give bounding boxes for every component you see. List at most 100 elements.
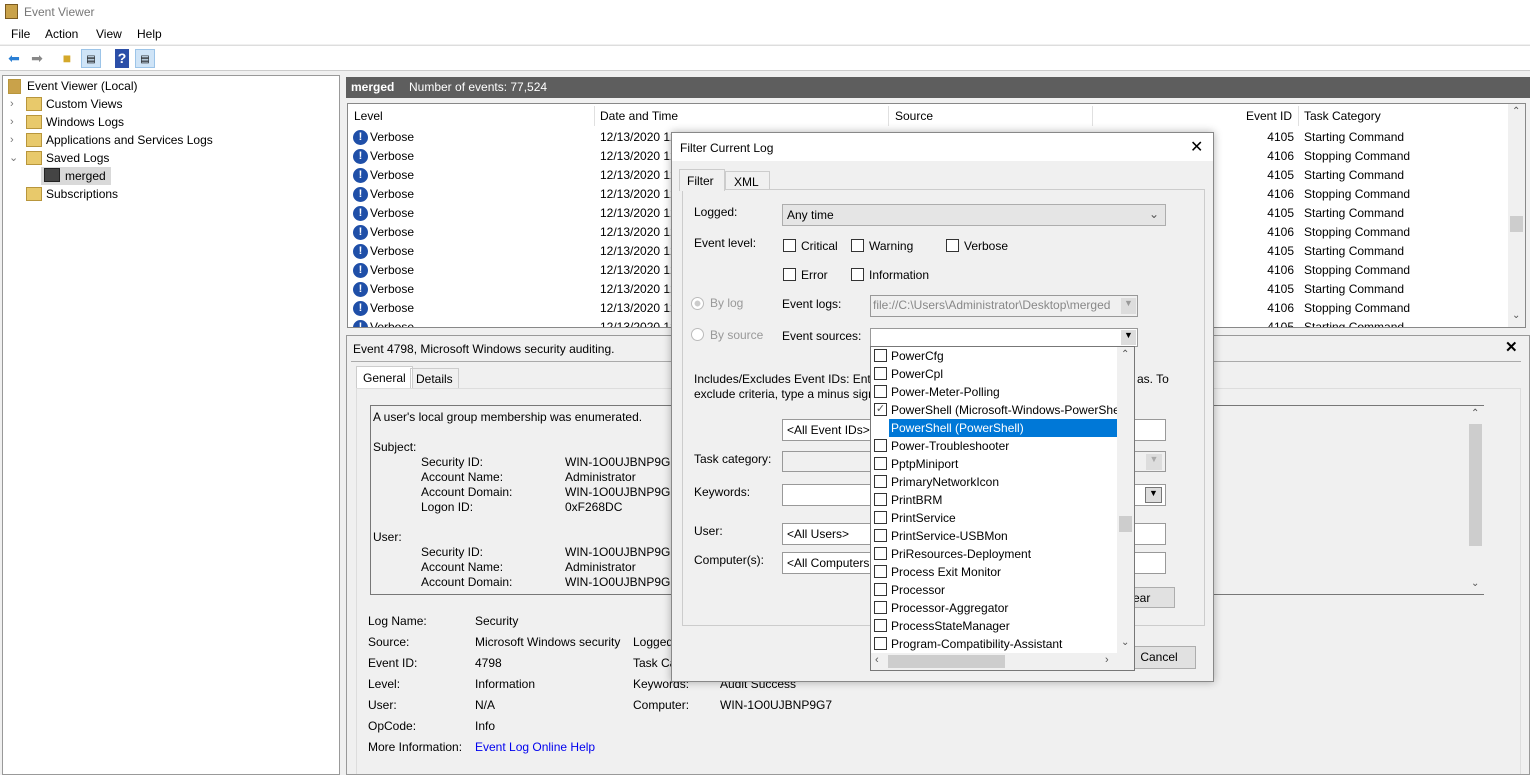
scroll-right-icon[interactable]: › (1105, 654, 1109, 666)
checkbox-unchecked[interactable] (874, 601, 887, 614)
source-item[interactable]: PrimaryNetworkIcon (872, 473, 1118, 491)
level-checkbox[interactable] (783, 239, 796, 252)
tree-item-windows-logs[interactable]: Windows Logs (46, 115, 124, 129)
source-item[interactable]: PriResources-Deployment (872, 545, 1118, 563)
property-value: 4798 (475, 656, 502, 670)
scroll-up-icon[interactable]: ⌃ (1121, 349, 1129, 360)
menu-action[interactable]: Action (45, 27, 78, 41)
source-item[interactable]: PptpMiniport (872, 455, 1118, 473)
title-bar: Event Viewer (0, 0, 1530, 22)
event-sources-dropdown-list[interactable]: PowerCfg PowerCpl Power-Meter-Polling ✓ Powe… (870, 346, 1135, 671)
level-checkbox[interactable] (946, 239, 959, 252)
expand-icon[interactable]: › (10, 98, 14, 110)
scroll-up-icon[interactable]: ⌃ (1512, 106, 1520, 117)
tab-general[interactable]: General (356, 366, 413, 388)
collapse-icon[interactable]: ⌄ (9, 151, 18, 164)
col-event-id[interactable]: Event ID (1246, 109, 1292, 123)
open-folder-icon[interactable]: ■ (57, 49, 77, 68)
scroll-down-icon[interactable]: ⌄ (1512, 310, 1520, 321)
dropdown-arrow-icon[interactable]: ▼ (1121, 330, 1136, 345)
source-item[interactable]: ✓ PowerShell (Microsoft-Windows-PowerShe (872, 401, 1120, 419)
expand-icon[interactable]: › (10, 116, 14, 128)
source-name: Power-Meter-Polling (891, 385, 1000, 399)
col-source[interactable]: Source (895, 109, 933, 123)
scroll-up-icon[interactable]: ⌃ (1471, 408, 1479, 419)
checkbox-unchecked[interactable] (874, 457, 887, 470)
dialog-close-icon[interactable]: ✕ (1190, 137, 1203, 157)
level-checkbox[interactable] (783, 268, 796, 281)
checkbox-unchecked[interactable] (874, 493, 887, 506)
checkbox-unchecked[interactable] (874, 637, 887, 650)
checkbox-unchecked[interactable] (874, 565, 887, 578)
description-scrollbar[interactable]: ⌃ ⌄ (1467, 406, 1484, 594)
checkbox-unchecked[interactable] (874, 439, 887, 452)
source-item[interactable]: PrintService-USBMon (872, 527, 1118, 545)
scroll-thumb[interactable] (888, 655, 1005, 668)
tab-details[interactable]: Details (410, 368, 459, 388)
dropdown-arrow-icon[interactable]: ▼ (1145, 487, 1162, 503)
source-item[interactable]: Program-Compatibility-Assistant (872, 635, 1118, 653)
checkbox-unchecked[interactable] (874, 511, 887, 524)
property-label: Task Ca (633, 656, 677, 670)
scroll-left-icon[interactable]: ‹ (875, 654, 879, 666)
tree-item-saved-logs[interactable]: Saved Logs (46, 151, 109, 165)
col-date[interactable]: Date and Time (600, 109, 678, 123)
show-hide-tree-icon[interactable]: ▤ (81, 49, 101, 68)
checkbox-unchecked[interactable] (874, 619, 887, 632)
source-item[interactable]: ProcessStateManager (872, 617, 1118, 635)
checkbox-unchecked[interactable] (874, 583, 887, 596)
level-checkbox[interactable] (851, 268, 864, 281)
source-item[interactable]: Processor-Aggregator (872, 599, 1118, 617)
source-item[interactable]: PrintService (872, 509, 1118, 527)
by-log-radio[interactable] (691, 297, 704, 310)
event-sources-field[interactable]: ▼ (870, 328, 1138, 347)
sources-hscrollbar[interactable]: ‹ › (871, 653, 1134, 670)
event-logs-field[interactable]: file://C:\Users\Administrator\Desktop\me… (870, 295, 1138, 317)
source-item[interactable]: Processor (872, 581, 1118, 599)
source-item[interactable]: Process Exit Monitor (872, 563, 1118, 581)
checkbox-unchecked[interactable] (874, 529, 887, 542)
source-item[interactable]: PrintBRM (872, 491, 1118, 509)
scroll-down-icon[interactable]: ⌄ (1471, 578, 1479, 589)
scroll-thumb[interactable] (1469, 424, 1482, 546)
scroll-thumb[interactable] (1119, 516, 1132, 532)
col-level[interactable]: Level (354, 109, 383, 123)
menu-view[interactable]: View (96, 27, 122, 41)
source-item[interactable]: Power-Meter-Polling (872, 383, 1118, 401)
checkbox-unchecked[interactable] (874, 475, 887, 488)
level-checkbox[interactable] (851, 239, 864, 252)
tree-root[interactable]: Event Viewer (Local) (27, 79, 138, 93)
tree-item-custom-views[interactable]: Custom Views (46, 97, 122, 111)
sources-vscrollbar[interactable]: ⌃ ⌄ (1117, 347, 1134, 653)
tree-item-merged[interactable]: merged (65, 169, 106, 183)
cell-task-category: Starting Command (1304, 282, 1405, 296)
tab-filter[interactable]: Filter (679, 169, 725, 191)
forward-icon[interactable]: ➡ (27, 49, 47, 68)
event-log-online-help-link[interactable]: Event Log Online Help (475, 740, 595, 754)
col-task-category[interactable]: Task Category (1304, 109, 1381, 123)
source-item[interactable]: PowerCfg (872, 347, 1118, 365)
checkbox-unchecked[interactable] (874, 385, 887, 398)
checkbox-unchecked[interactable] (874, 349, 887, 362)
close-details-icon[interactable]: ✕ (1505, 338, 1518, 356)
show-hide-action-icon[interactable]: ▤ (135, 49, 155, 68)
checkbox-unchecked[interactable] (874, 367, 887, 380)
table-scrollbar[interactable]: ⌃ ⌄ (1508, 104, 1525, 327)
checkbox-checked[interactable]: ✓ (874, 403, 887, 416)
source-item[interactable]: PowerCpl (872, 365, 1118, 383)
menu-help[interactable]: Help (137, 27, 162, 41)
tree-item-subscriptions[interactable]: Subscriptions (46, 187, 118, 201)
tree-item-apps-services-logs[interactable]: Applications and Services Logs (46, 133, 213, 147)
expand-icon[interactable]: › (10, 134, 14, 146)
tab-xml[interactable]: XML (725, 171, 770, 190)
scroll-down-icon[interactable]: ⌄ (1121, 637, 1129, 648)
scroll-thumb[interactable] (1510, 216, 1523, 232)
source-item[interactable]: Power-Troubleshooter (872, 437, 1118, 455)
back-icon[interactable]: ⬅ (4, 49, 24, 68)
checkbox-unchecked[interactable] (874, 547, 887, 560)
menu-file[interactable]: File (11, 27, 30, 41)
source-item[interactable]: ✓PowerShell (PowerShell) (872, 419, 1118, 437)
help-icon[interactable]: ? (115, 49, 129, 68)
by-source-radio[interactable] (691, 328, 704, 341)
logged-select[interactable]: Any time ⌄ (782, 204, 1166, 226)
